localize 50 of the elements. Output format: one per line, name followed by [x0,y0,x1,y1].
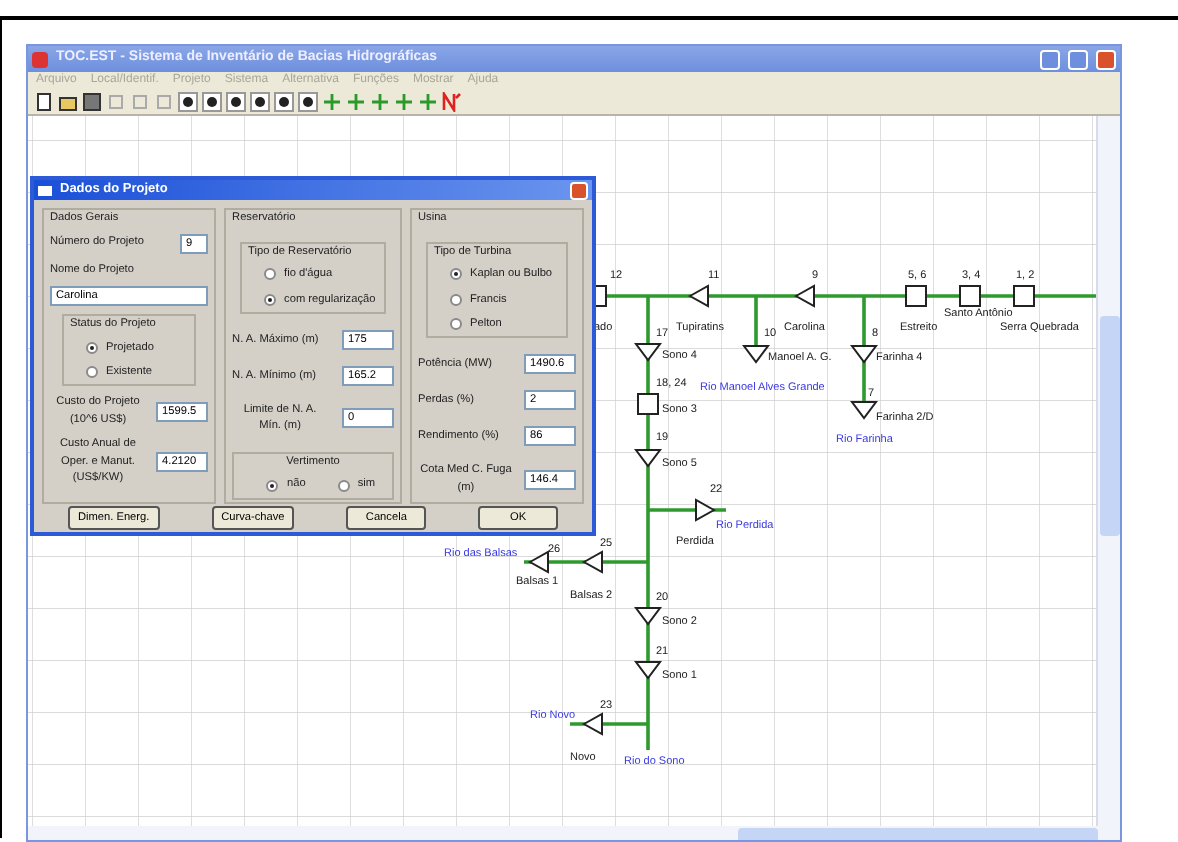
square-node-icon [905,285,927,307]
triangle-node-icon [634,661,662,680]
radio-button[interactable] [86,341,98,354]
square-node-icon [959,285,981,307]
triangle-node-icon [634,607,662,626]
circle-icon[interactable] [226,92,246,112]
close-icon[interactable] [1096,49,1116,69]
marker-icon[interactable] [442,92,462,112]
triangle-node-icon [634,449,662,468]
circle-icon[interactable] [274,92,294,112]
plus-icon[interactable] [370,92,390,112]
triangle-node-icon [687,284,709,308]
horizontal-scrollbar[interactable] [28,826,1120,840]
triangle-node-icon [581,712,603,736]
circle-icon[interactable] [298,92,318,112]
triangle-node-icon [850,401,878,420]
vertical-scrollbar[interactable] [1096,116,1120,826]
radio-button[interactable] [449,293,462,306]
folder-icon[interactable] [58,92,78,112]
plus-icon[interactable] [346,92,366,112]
square-icon[interactable] [130,92,150,112]
radio-button[interactable] [449,268,462,281]
radio-button[interactable] [86,366,98,379]
triangle-node-icon [527,550,549,574]
radio-button[interactable] [264,268,277,281]
triangle-node-icon [695,498,717,522]
scroll-thumb[interactable] [1100,316,1120,536]
radio-button[interactable] [337,479,350,492]
radio-button[interactable] [266,479,279,492]
scroll-thumb[interactable] [738,828,1098,840]
triangle-node-icon [634,343,662,362]
app-icon [32,51,48,67]
restore-icon[interactable] [1068,49,1088,69]
circle-icon[interactable] [250,92,270,112]
circle-icon[interactable] [178,92,198,112]
triangle-node-icon [742,345,770,364]
dialog-icon [38,185,52,195]
radio-button[interactable] [264,293,277,306]
square-node-icon [1013,285,1035,307]
square-node-icon [637,393,659,415]
close-icon[interactable] [570,181,588,199]
plus-icon[interactable] [394,92,414,112]
page-icon[interactable] [34,92,54,112]
triangle-node-icon [581,550,603,574]
triangle-node-icon [850,345,878,364]
triangle-node-icon [793,284,815,308]
minimize-icon[interactable] [1040,49,1060,69]
plus-icon[interactable] [418,92,438,112]
radio-button[interactable] [449,318,462,331]
circle-icon[interactable] [202,92,222,112]
